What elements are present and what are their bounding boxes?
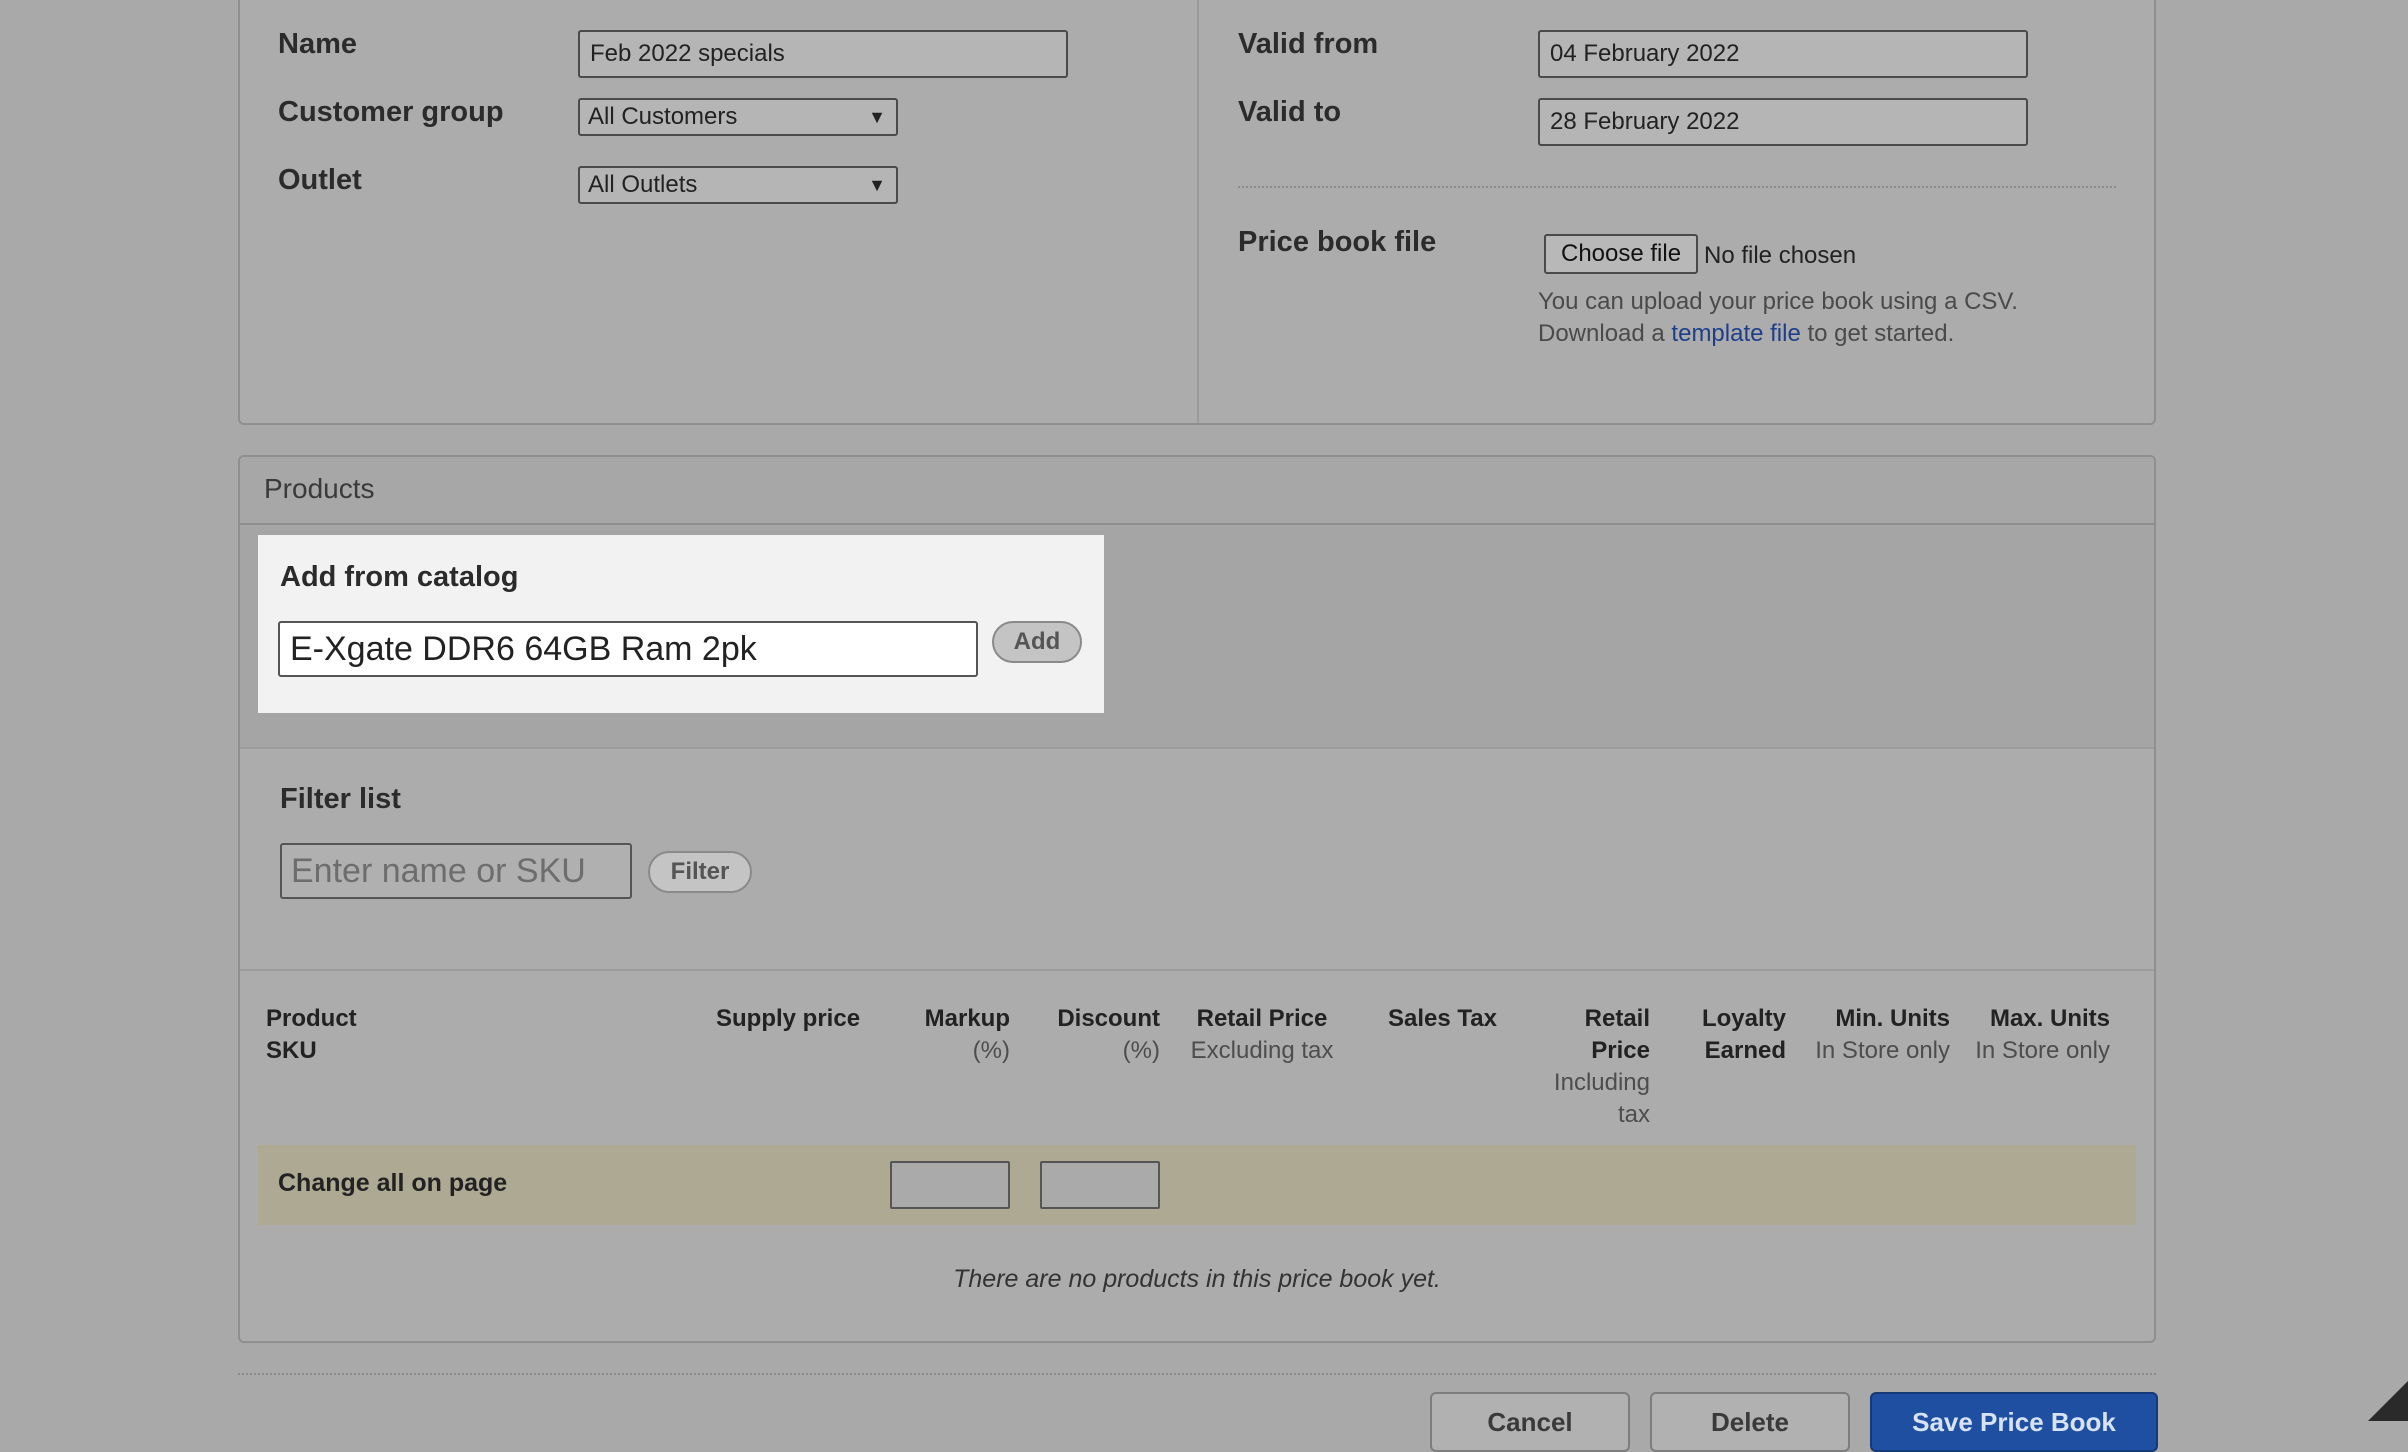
add-from-catalog-title: Add from catalog: [280, 561, 519, 593]
column-loyalty-label-2: Earned: [1704, 1037, 1786, 1064]
column-max-units-label: Max. Units: [1989, 1005, 2110, 1032]
valid-to-field[interactable]: 28 February 2022: [1538, 98, 2028, 146]
upload-hint: You can upload your price book using a C…: [1538, 286, 2018, 350]
template-file-link[interactable]: template file: [1671, 320, 1800, 347]
cancel-button[interactable]: Cancel: [1430, 1392, 1630, 1452]
valid-from-label: Valid from: [1238, 28, 1379, 60]
products-header: Products: [240, 457, 2154, 525]
column-max-units-sub: In Store only: [1975, 1037, 2110, 1064]
price-book-file-label: Price book file: [1238, 226, 1437, 258]
add-from-catalog-box: Add from catalog E-Xgate DDR6 64GB Ram 2…: [258, 535, 1104, 713]
price-book-details-panel: Name Feb 2022 specials Customer group Al…: [238, 0, 2156, 425]
hint-suffix: to get started.: [1807, 320, 1955, 347]
chevron-down-icon: ▼: [868, 175, 886, 195]
column-product-label: Product: [266, 1005, 357, 1032]
column-retail-price-incl-sub-1: Including: [1553, 1069, 1650, 1096]
choose-file-button[interactable]: Choose file: [1544, 234, 1699, 274]
outlet-label: Outlet: [278, 164, 362, 196]
column-supply-price-label: Supply price: [716, 1005, 861, 1032]
column-sales-tax[interactable]: Sales Tax: [1388, 1003, 1497, 1035]
column-retail-price-incl[interactable]: Retail Price Including tax: [1530, 1003, 1650, 1131]
column-divider: [1197, 0, 1199, 423]
column-min-units-sub: In Store only: [1815, 1037, 1950, 1064]
hint-prefix: Download a: [1538, 320, 1665, 347]
filter-button[interactable]: Filter: [648, 851, 752, 893]
customer-group-label: Customer group: [278, 96, 504, 128]
footer-divider: [238, 1373, 2156, 1375]
column-discount-sub: (%): [1122, 1037, 1160, 1064]
name-label: Name: [278, 28, 357, 60]
upload-hint-line1: You can upload your price book using a C…: [1538, 288, 2018, 315]
column-markup-label: Markup: [924, 1005, 1010, 1032]
change-all-row: Change all on page: [258, 1145, 2136, 1225]
column-discount-label: Discount: [1057, 1005, 1160, 1032]
save-price-book-button[interactable]: Save Price Book: [1870, 1392, 2158, 1452]
column-discount[interactable]: Discount (%): [1030, 1003, 1160, 1067]
chevron-down-icon: ▼: [868, 107, 886, 127]
change-all-label: Change all on page: [278, 1169, 508, 1197]
valid-from-field[interactable]: 04 February 2022: [1538, 30, 2028, 78]
empty-products-message: There are no products in this price book…: [953, 1265, 1441, 1293]
column-retail-price-incl-sub-2: tax: [1617, 1101, 1650, 1128]
column-sales-tax-label: Sales Tax: [1388, 1005, 1497, 1032]
column-supply-price[interactable]: Supply price: [716, 1003, 860, 1035]
markup-all-input[interactable]: [890, 1161, 1010, 1209]
column-retail-price-sub: Excluding tax: [1190, 1037, 1334, 1064]
column-markup-sub: (%): [972, 1037, 1010, 1064]
add-button[interactable]: Add: [992, 621, 1082, 663]
upload-hint-line2: Download a template file to get started.: [1538, 318, 2018, 350]
catalog-area: Add from catalog E-Xgate DDR6 64GB Ram 2…: [240, 525, 2154, 749]
window-corner: [2368, 1381, 2408, 1421]
column-max-units[interactable]: Max. Units In Store only: [1954, 1003, 2110, 1067]
column-retail-price-incl-label-1: Retail: [1584, 1005, 1650, 1032]
name-field[interactable]: Feb 2022 specials: [578, 30, 1068, 78]
outlet-value: All Outlets: [588, 171, 698, 198]
file-status-text: No file chosen: [1704, 242, 1857, 269]
table-divider: [240, 969, 2154, 971]
filter-list-title: Filter list: [280, 783, 401, 815]
customer-group-value: All Customers: [588, 103, 738, 130]
discount-all-input[interactable]: [1040, 1161, 1160, 1209]
catalog-search-input[interactable]: E-Xgate DDR6 64GB Ram 2pk: [278, 621, 978, 677]
customer-group-select[interactable]: All Customers ▼: [578, 98, 898, 136]
column-min-units[interactable]: Min. Units In Store only: [1790, 1003, 1950, 1067]
delete-button[interactable]: Delete: [1650, 1392, 1850, 1452]
section-divider: [1238, 186, 2116, 188]
filter-input[interactable]: Enter name or SKU: [280, 843, 632, 899]
column-loyalty-label-1: Loyalty: [1701, 1005, 1786, 1032]
outlet-select[interactable]: All Outlets ▼: [578, 166, 898, 204]
column-min-units-label: Min. Units: [1835, 1005, 1950, 1032]
column-retail-price-label: Retail Price: [1196, 1005, 1328, 1032]
products-panel: Products Add from catalog E-Xgate DDR6 6…: [238, 455, 2156, 1343]
valid-to-label: Valid to: [1238, 96, 1342, 128]
products-title: Products: [264, 473, 375, 504]
column-sku-label: SKU: [266, 1037, 317, 1064]
column-product[interactable]: Product SKU: [266, 1003, 357, 1067]
column-retail-price[interactable]: Retail Price Excluding tax: [1180, 1003, 1344, 1067]
column-retail-price-incl-label-2: Price: [1591, 1037, 1650, 1064]
column-loyalty[interactable]: Loyalty Earned: [1656, 1003, 1786, 1067]
column-markup[interactable]: Markup (%): [880, 1003, 1010, 1067]
